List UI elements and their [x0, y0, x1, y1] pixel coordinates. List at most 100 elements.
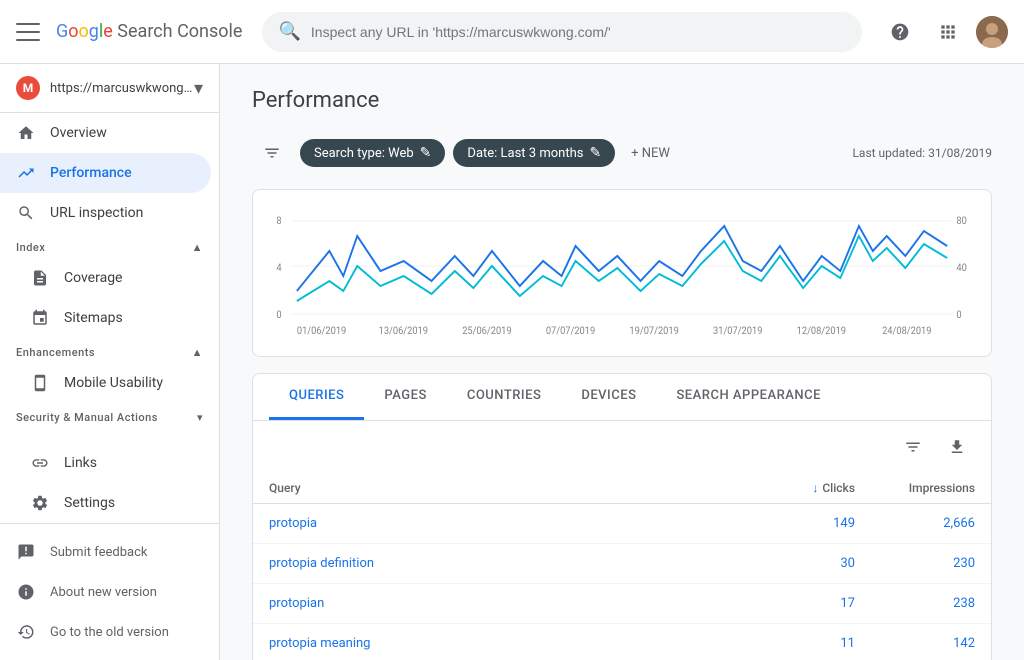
sidebar-item-label: Go to the old version — [50, 625, 169, 640]
section-security: Security & Manual Actions ▾ — [0, 403, 219, 428]
table-header: Query ↓ Clicks Impressions — [253, 473, 991, 504]
svg-text:8: 8 — [276, 216, 281, 227]
tab-search-appearance[interactable]: SEARCH APPEARANCE — [656, 374, 841, 420]
search-type-filter[interactable]: Search type: Web ✎ — [300, 139, 445, 167]
sidebar-item-label: Performance — [50, 165, 132, 181]
svg-text:0: 0 — [276, 310, 281, 321]
tab-queries[interactable]: QUERIES — [269, 374, 364, 420]
site-favicon: M — [16, 76, 40, 100]
filter-table-icon[interactable] — [895, 429, 931, 465]
chevron-up-icon[interactable]: ▲ — [192, 346, 203, 359]
logo: Google Search Console — [56, 21, 242, 42]
col-header-query: Query — [269, 481, 735, 495]
svg-text:07/07/2019: 07/07/2019 — [546, 326, 595, 336]
cell-clicks: 11 — [735, 636, 855, 651]
sidebar-item-label: Submit feedback — [50, 545, 147, 560]
svg-text:13/06/2019: 13/06/2019 — [379, 326, 428, 336]
sidebar-item-label: Links — [64, 455, 97, 471]
date-range-label: Date: Last 3 months — [467, 146, 583, 161]
sidebar-item-mobile-usability[interactable]: Mobile Usability — [0, 363, 211, 403]
sidebar-item-label: Overview — [50, 125, 107, 141]
tab-countries[interactable]: COUNTRIES — [447, 374, 562, 420]
sidebar-item-sitemaps[interactable]: Sitemaps — [0, 298, 211, 338]
sort-arrow-icon: ↓ — [812, 481, 818, 495]
search-input[interactable] — [311, 24, 847, 40]
settings-icon — [30, 493, 50, 513]
cell-query[interactable]: protopian — [269, 596, 735, 611]
edit-icon: ✎ — [589, 145, 601, 161]
svg-text:19/07/2019: 19/07/2019 — [629, 326, 678, 336]
cell-query[interactable]: protopia — [269, 516, 735, 531]
cell-query[interactable]: protopia meaning — [269, 636, 735, 651]
sidebar-item-links[interactable]: Links — [0, 443, 211, 483]
apps-icon[interactable] — [928, 12, 968, 52]
sidebar-item-performance[interactable]: Performance — [0, 153, 211, 193]
svg-text:31/07/2019: 31/07/2019 — [713, 326, 762, 336]
header-right — [880, 12, 1008, 52]
tab-devices[interactable]: DEVICES — [561, 374, 656, 420]
svg-text:12/08/2019: 12/08/2019 — [797, 326, 846, 336]
chart-container: 8 4 0 80 40 0 01/06/2019 13/06/2019 25/0… — [252, 189, 992, 357]
table-row: protopia meaning 11 142 — [253, 624, 991, 660]
table-row: protopian 17 238 — [253, 584, 991, 624]
svg-text:0: 0 — [956, 310, 961, 321]
info-icon — [16, 582, 36, 602]
col-header-clicks[interactable]: ↓ Clicks — [735, 481, 855, 495]
history-icon — [16, 622, 36, 642]
filter-icon[interactable] — [252, 133, 292, 173]
cell-impressions: 230 — [855, 556, 975, 571]
cell-query[interactable]: protopia definition — [269, 556, 735, 571]
chevron-up-icon[interactable]: ▲ — [192, 241, 203, 254]
site-selector[interactable]: M https://marcuswkwong.com/ ▾ — [0, 64, 219, 113]
sidebar-item-settings[interactable]: Settings — [0, 483, 211, 523]
sitemap-icon — [30, 308, 50, 328]
date-range-filter[interactable]: Date: Last 3 months ✎ — [453, 139, 615, 167]
add-filter-button[interactable]: + NEW — [623, 140, 678, 167]
last-updated: Last updated: 31/08/2019 — [852, 146, 992, 160]
header: Google Search Console 🔍 — [0, 0, 1024, 64]
search-icon — [16, 203, 36, 223]
menu-icon[interactable] — [16, 20, 40, 44]
sidebar-item-label: URL inspection — [50, 205, 143, 221]
sidebar-item-label: Mobile Usability — [64, 375, 163, 391]
mobile-icon — [30, 373, 50, 393]
section-enhancements: Enhancements ▲ — [0, 338, 219, 363]
layout: M https://marcuswkwong.com/ ▾ Overview P… — [0, 64, 1024, 660]
svg-text:4: 4 — [276, 263, 282, 274]
table-body: protopia 149 2,666 protopia definition 3… — [253, 504, 991, 660]
sidebar-item-overview[interactable]: Overview — [0, 113, 211, 153]
sidebar-item-submit-feedback[interactable]: Submit feedback — [0, 532, 219, 572]
search-icon: 🔍 — [278, 21, 300, 42]
tabs-container: QUERIES PAGES COUNTRIES DEVICES SEARCH A… — [252, 373, 992, 660]
tab-pages[interactable]: PAGES — [364, 374, 446, 420]
download-icon[interactable] — [939, 429, 975, 465]
svg-text:24/08/2019: 24/08/2019 — [882, 326, 931, 336]
help-icon[interactable] — [880, 12, 920, 52]
svg-text:01/06/2019: 01/06/2019 — [297, 326, 346, 336]
svg-text:25/06/2019: 25/06/2019 — [462, 326, 511, 336]
sidebar-item-label: Sitemaps — [64, 310, 123, 326]
edit-icon: ✎ — [420, 145, 432, 161]
cell-impressions: 142 — [855, 636, 975, 651]
sidebar-item-url-inspection[interactable]: URL inspection — [0, 193, 211, 233]
chevron-down-icon: ▾ — [194, 78, 203, 99]
home-icon — [16, 123, 36, 143]
sidebar-footer: Submit feedback About new version Go to … — [0, 523, 219, 660]
cell-clicks: 30 — [735, 556, 855, 571]
search-bar: 🔍 — [262, 12, 862, 52]
svg-text:40: 40 — [956, 263, 966, 274]
file-icon — [30, 268, 50, 288]
sidebar-item-label: About new version — [50, 585, 157, 600]
sidebar-item-go-to-old-version[interactable]: Go to the old version — [0, 612, 219, 652]
svg-text:80: 80 — [956, 216, 966, 227]
sidebar-item-about-new-version[interactable]: About new version — [0, 572, 219, 612]
site-url: https://marcuswkwong.com/ — [50, 81, 194, 96]
sidebar-item-coverage[interactable]: Coverage — [0, 258, 211, 298]
cell-clicks: 17 — [735, 596, 855, 611]
chevron-down-icon[interactable]: ▾ — [197, 411, 203, 424]
main-content: Performance Search type: Web ✎ Date: Las… — [220, 64, 1024, 660]
cell-clicks: 149 — [735, 516, 855, 531]
avatar[interactable] — [976, 16, 1008, 48]
col-header-impressions: Impressions — [855, 481, 975, 495]
table-actions — [253, 421, 991, 473]
